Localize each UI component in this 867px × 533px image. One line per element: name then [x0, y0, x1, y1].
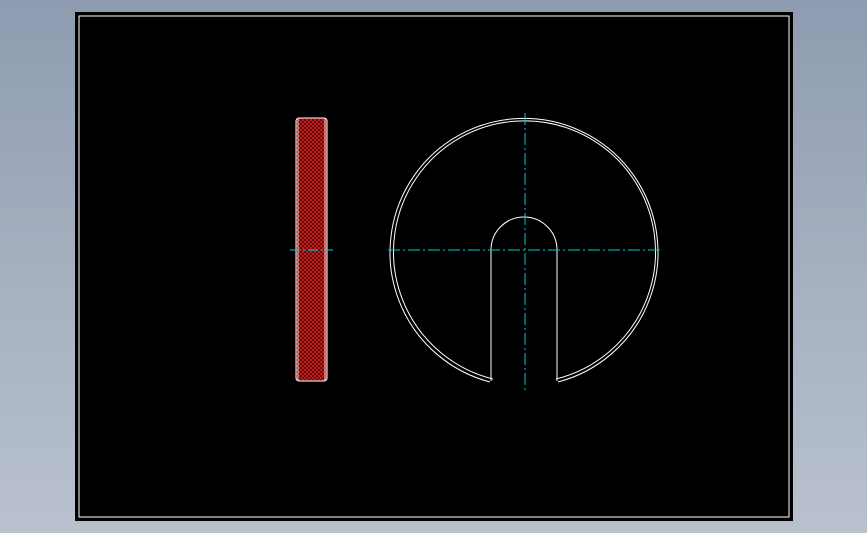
side-section-view [290, 117, 333, 382]
drawing-border-frame [78, 15, 790, 518]
u-slot-outline [490, 216, 558, 381]
cad-drawing-canvas [78, 15, 790, 518]
drawing-sheet [75, 12, 793, 521]
front-view [388, 113, 662, 392]
